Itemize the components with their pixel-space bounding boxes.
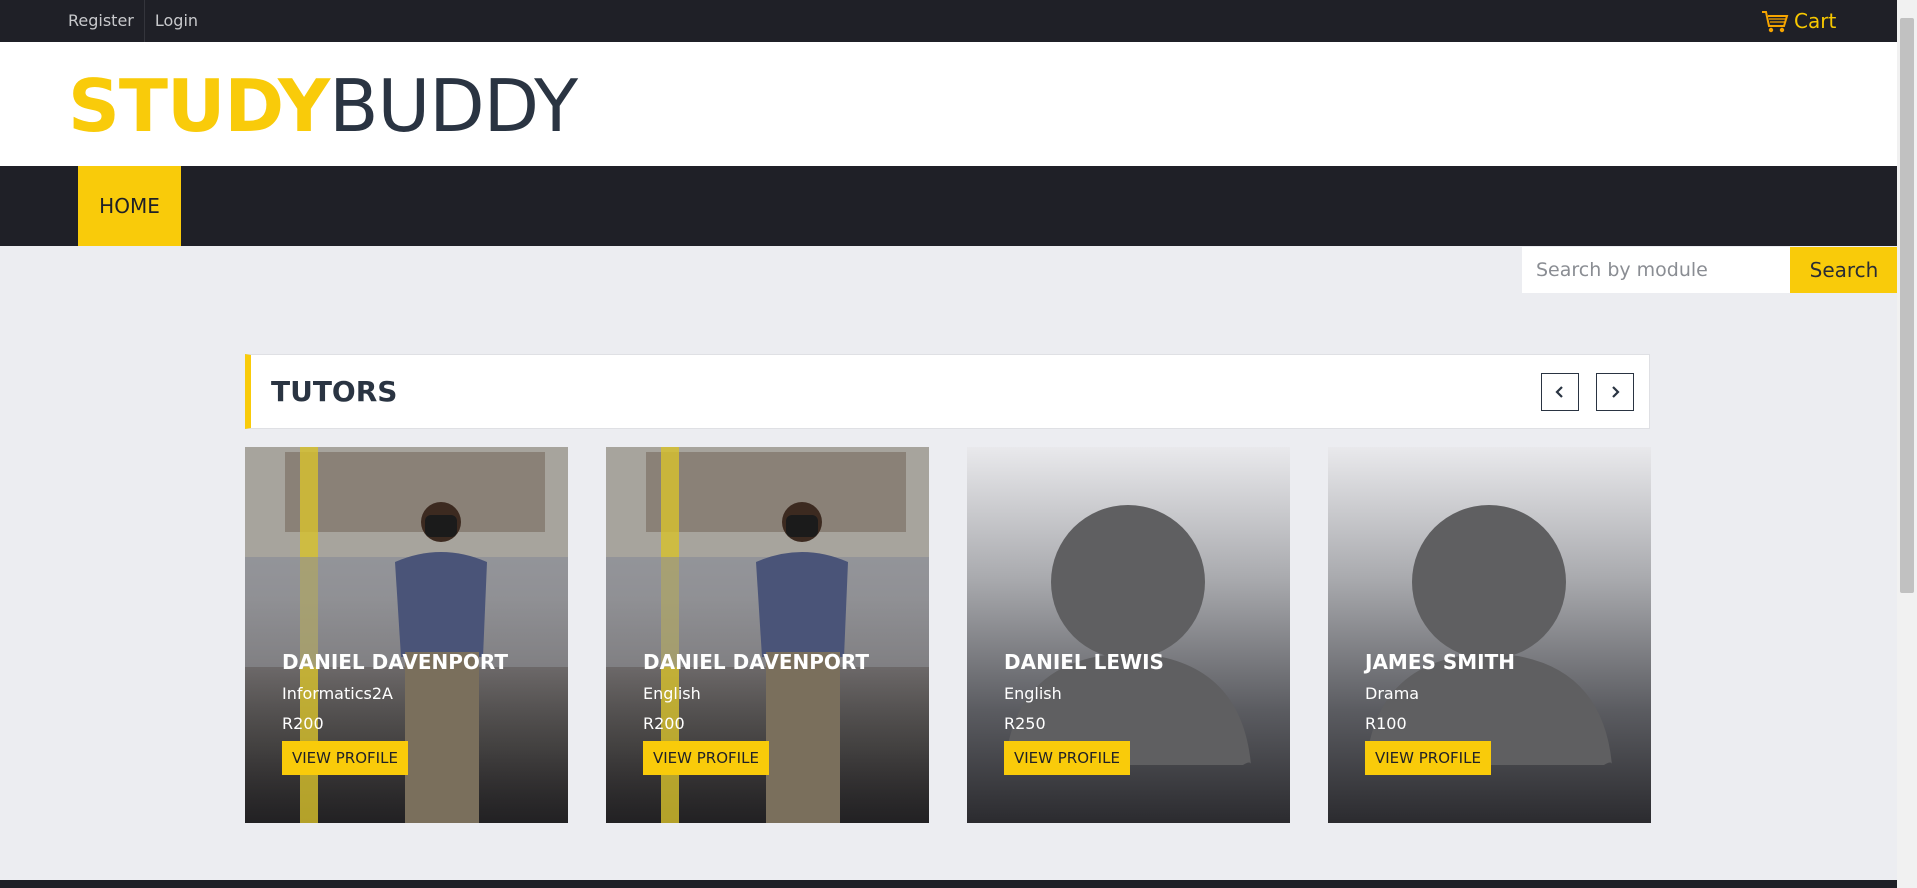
tutor-card-content: DANIEL DAVENPORT Informatics2A R200 VIEW… xyxy=(282,649,508,775)
tutor-subject: English xyxy=(643,684,701,703)
page-scrollbar[interactable] xyxy=(1897,0,1917,888)
chevron-left-icon xyxy=(1555,386,1563,398)
view-profile-button[interactable]: VIEW PROFILE xyxy=(1004,741,1130,775)
search-bar: Search xyxy=(1522,247,1898,293)
tutor-subject: English xyxy=(1004,684,1062,703)
tutor-price: R200 xyxy=(282,714,324,733)
carousel-prev-button[interactable] xyxy=(1541,373,1579,411)
view-profile-button[interactable]: VIEW PROFILE xyxy=(1365,741,1491,775)
tutor-name: JAMES SMITH xyxy=(1365,650,1515,674)
tutor-subject: Informatics2A xyxy=(282,684,393,703)
scrollbar-thumb[interactable] xyxy=(1900,18,1914,593)
cart-icon xyxy=(1762,11,1789,33)
footer-strip xyxy=(0,880,1897,888)
tutor-card: DANIEL DAVENPORT English R200 VIEW PROFI… xyxy=(606,447,929,823)
tutor-name: DANIEL LEWIS xyxy=(1004,650,1164,674)
tutor-price: R250 xyxy=(1004,714,1046,733)
tutors-title: TUTORS xyxy=(271,375,398,408)
carousel-next-button[interactable] xyxy=(1596,373,1634,411)
register-link[interactable]: Register xyxy=(58,0,144,42)
tutor-name: DANIEL DAVENPORT xyxy=(282,650,509,674)
tutor-card-content: DANIEL LEWIS English R250 VIEW PROFILE xyxy=(1004,649,1164,775)
site-logo[interactable]: STUDYBUDDY xyxy=(68,64,578,148)
top-bar: Register Login Cart xyxy=(0,0,1897,42)
tutor-name: DANIEL DAVENPORT xyxy=(643,650,870,674)
cart-label: Cart xyxy=(1794,9,1837,33)
logo-part-study: STUDY xyxy=(68,64,330,148)
main-nav: HOME xyxy=(0,166,1897,246)
chevron-right-icon xyxy=(1612,386,1620,398)
tutor-card-content: JAMES SMITH Drama R100 VIEW PROFILE xyxy=(1365,649,1515,775)
view-profile-button[interactable]: VIEW PROFILE xyxy=(643,741,769,775)
search-input[interactable] xyxy=(1522,247,1790,293)
tutor-card: DANIEL LEWIS English R250 VIEW PROFILE xyxy=(967,447,1290,823)
tutor-card: DANIEL DAVENPORT Informatics2A R200 VIEW… xyxy=(245,447,568,823)
view-profile-button[interactable]: VIEW PROFILE xyxy=(282,741,408,775)
tutor-price: R100 xyxy=(1365,714,1407,733)
tutors-header: TUTORS xyxy=(245,354,1650,429)
logo-part-buddy: BUDDY xyxy=(329,64,578,148)
tutor-card: JAMES SMITH Drama R100 VIEW PROFILE xyxy=(1328,447,1651,823)
cart-link[interactable]: Cart xyxy=(1760,0,1836,42)
account-links: Register Login xyxy=(58,0,208,42)
nav-home[interactable]: HOME xyxy=(78,166,181,246)
tutor-subject: Drama xyxy=(1365,684,1420,703)
tutor-card-content: DANIEL DAVENPORT English R200 VIEW PROFI… xyxy=(643,649,869,775)
login-link[interactable]: Login xyxy=(145,0,208,42)
search-button[interactable]: Search xyxy=(1790,247,1898,293)
tutor-price: R200 xyxy=(643,714,685,733)
